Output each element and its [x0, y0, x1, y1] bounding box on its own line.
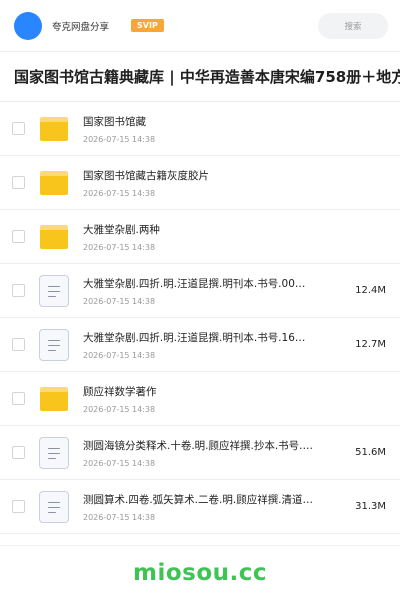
file-info: 大雅堂杂剧.四折.明.汪道昆撰.明刊本.书号.16… 2026-07-15 14… — [83, 330, 315, 360]
file-info: 测圆算术.四卷.弧矢算术.二卷.明.顾应祥撰.清道… 2026-07-15 14… — [83, 492, 315, 522]
file-date: 2026-07-15 14:38 — [83, 350, 156, 360]
file-size: 12.7M — [355, 339, 386, 350]
row-checkbox[interactable] — [12, 500, 25, 513]
file-name[interactable]: 大雅堂杂剧.四折.明.汪道昆撰.明刊本.书号.00… — [83, 276, 315, 291]
folder-icon — [39, 167, 69, 199]
file-row[interactable]: 测圆算术.四卷.弧矢算术.二卷.明.顾应祥撰.清道… 2026-07-15 14… — [0, 480, 400, 534]
file-name[interactable]: 国家图书馆藏古籍灰度胶片 — [83, 168, 315, 183]
file-row[interactable]: 国家图书馆藏 2026-07-15 14:38 — [0, 102, 400, 156]
document-icon — [39, 274, 69, 307]
file-name[interactable]: 测圆算术.四卷.弧矢算术.二卷.明.顾应祥撰.清道… — [83, 492, 315, 507]
file-info: 大雅堂杂剧.两种 2026-07-15 14:38 — [83, 222, 315, 252]
file-date: 2026-07-15 14:38 — [83, 242, 156, 252]
page-title: 国家图书馆古籍典藏库 | 中华再造善本唐宋编758册＋地方志 — [14, 68, 400, 86]
file-name[interactable]: 大雅堂杂剧.两种 — [83, 222, 315, 237]
search-placeholder: 搜索 — [344, 21, 362, 32]
file-date: 2026-07-15 14:38 — [83, 296, 156, 306]
file-date: 2026-07-15 14:38 — [83, 458, 156, 468]
file-date: 2026-07-15 14:38 — [83, 134, 156, 144]
row-checkbox[interactable] — [12, 338, 25, 351]
file-size: 51.6M — [355, 447, 386, 458]
file-row[interactable]: 大雅堂杂剧.两种 2026-07-15 14:38 — [0, 210, 400, 264]
file-info: 顾应祥数学著作 2026-07-15 14:38 — [83, 384, 315, 414]
file-date: 2026-07-15 14:38 — [83, 188, 156, 198]
document-icon — [39, 490, 69, 523]
file-info: 国家图书馆藏古籍灰度胶片 2026-07-15 14:38 — [83, 168, 315, 198]
file-name[interactable]: 顾应祥数学著作 — [83, 384, 315, 399]
search-input[interactable]: 搜索 — [318, 12, 388, 39]
row-checkbox[interactable] — [12, 122, 25, 135]
row-checkbox[interactable] — [12, 446, 25, 459]
file-list: 国家图书馆藏 2026-07-15 14:38 国家图书馆藏古籍灰度胶片 202… — [0, 102, 400, 534]
file-name[interactable]: 测圆海镜分类释术.十卷.明.顾应祥撰.抄本.书号.… — [83, 438, 315, 453]
folder-icon — [39, 383, 69, 415]
document-icon — [39, 328, 69, 361]
row-checkbox[interactable] — [12, 176, 25, 189]
file-info: 测圆海镜分类释术.十卷.明.顾应祥撰.抄本.书号.… 2026-07-15 14… — [83, 438, 315, 468]
file-name[interactable]: 国家图书馆藏 — [83, 114, 315, 129]
folder-icon — [39, 113, 69, 145]
watermark-footer: miosou.cc — [0, 545, 400, 600]
avatar[interactable] — [14, 11, 42, 40]
file-row[interactable]: 测圆海镜分类释术.十卷.明.顾应祥撰.抄本.书号.… 2026-07-15 14… — [0, 426, 400, 480]
file-size: 31.3M — [355, 501, 386, 512]
svip-badge: SVIP — [131, 19, 164, 32]
file-size: 12.4M — [355, 285, 386, 296]
document-icon — [39, 436, 69, 469]
file-date: 2026-07-15 14:38 — [83, 512, 156, 522]
file-info: 国家图书馆藏 2026-07-15 14:38 — [83, 114, 315, 144]
share-title-bar: 国家图书馆古籍典藏库 | 中华再造善本唐宋编758册＋地方志 — [0, 52, 400, 102]
username: 夸克网盘分享 — [52, 21, 110, 33]
file-date: 2026-07-15 14:38 — [83, 404, 156, 414]
file-row[interactable]: 大雅堂杂剧.四折.明.汪道昆撰.明刊本.书号.16… 2026-07-15 14… — [0, 318, 400, 372]
row-checkbox[interactable] — [12, 230, 25, 243]
file-name[interactable]: 大雅堂杂剧.四折.明.汪道昆撰.明刊本.书号.16… — [83, 330, 315, 345]
app-header: 夸克网盘分享 SVIP 搜索 — [0, 0, 400, 52]
folder-icon — [39, 221, 69, 253]
file-info: 大雅堂杂剧.四折.明.汪道昆撰.明刊本.书号.00… 2026-07-15 14… — [83, 276, 315, 306]
file-row[interactable]: 顾应祥数学著作 2026-07-15 14:38 — [0, 372, 400, 426]
row-checkbox[interactable] — [12, 284, 25, 297]
watermark-text: miosou.cc — [132, 560, 268, 586]
row-checkbox[interactable] — [12, 392, 25, 405]
file-row[interactable]: 国家图书馆藏古籍灰度胶片 2026-07-15 14:38 — [0, 156, 400, 210]
file-row[interactable]: 大雅堂杂剧.四折.明.汪道昆撰.明刊本.书号.00… 2026-07-15 14… — [0, 264, 400, 318]
